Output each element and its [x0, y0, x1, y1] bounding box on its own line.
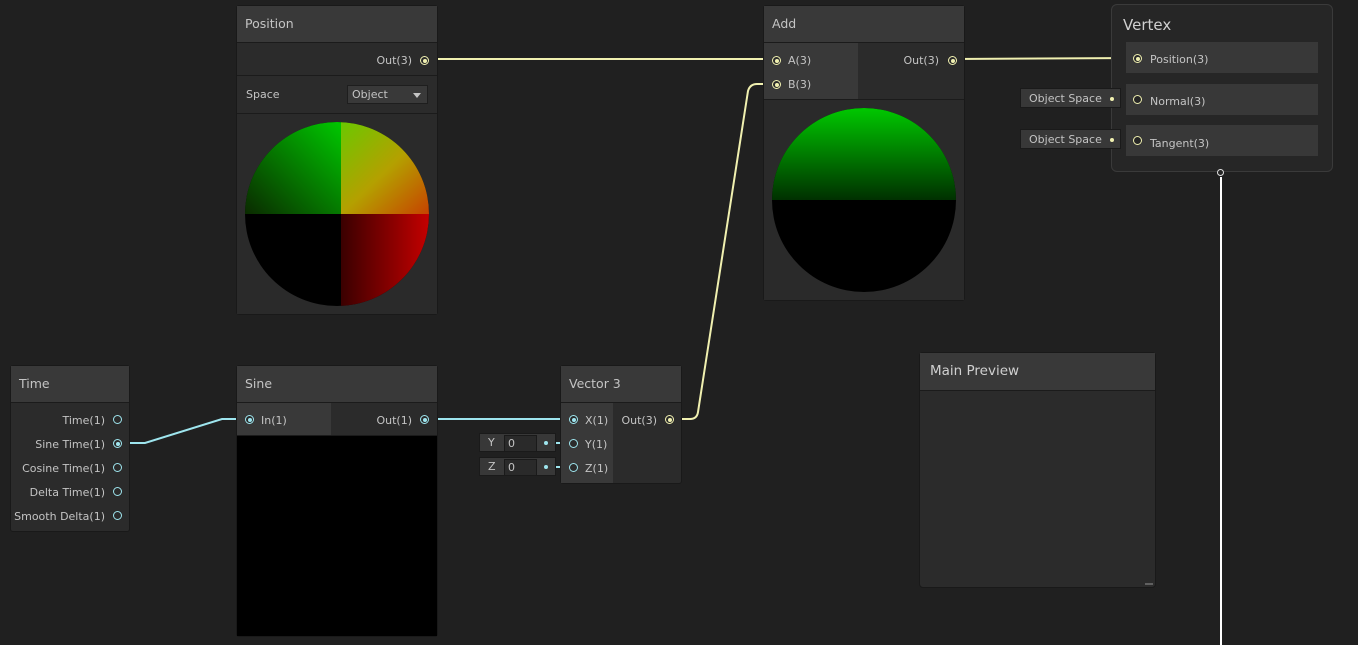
main-preview-title[interactable]: Main Preview	[920, 353, 1155, 391]
add-out-label: Out(3)	[903, 54, 939, 67]
time-out-delta: Delta Time(1)	[29, 486, 105, 499]
time-port-sine[interactable]	[113, 439, 122, 448]
vertex-position-port[interactable]	[1133, 54, 1142, 63]
add-preview	[764, 100, 964, 300]
time-port-cosine[interactable]	[113, 463, 122, 472]
add-node-title[interactable]: Add	[764, 6, 964, 43]
vertex-tangent-label: Tangent(3)	[1150, 137, 1210, 150]
time-out-sine: Sine Time(1)	[35, 438, 105, 451]
sine-node[interactable]: Sine In(1) Out(1)	[236, 365, 438, 637]
main-preview-window[interactable]: Main Preview	[919, 352, 1156, 588]
vertex-normal-label: Normal(3)	[1150, 95, 1206, 108]
position-node-title[interactable]: Position	[237, 6, 437, 43]
vector3-x-port[interactable]	[569, 415, 578, 424]
vector3-node[interactable]: Vector 3 X(1) Y(1) Z(1) Out(3)	[560, 365, 682, 484]
vertex-normal-port[interactable]	[1133, 95, 1142, 104]
sine-out-label: Out(1)	[376, 414, 412, 427]
space-dropdown[interactable]: Object	[347, 85, 428, 104]
add-out-port[interactable]	[948, 56, 957, 65]
tangent-space-field[interactable]: Object Space	[1020, 129, 1121, 149]
position-preview	[237, 114, 437, 314]
vector3-z-port[interactable]	[569, 463, 578, 472]
wire-add-to-vertex-position	[951, 57, 1138, 60]
sine-preview	[237, 436, 437, 636]
tangent-space-connector	[1110, 138, 1114, 142]
sine-in-label: In(1)	[261, 414, 287, 427]
vector3-out-port[interactable]	[665, 415, 674, 424]
vertex-tangent-port[interactable]	[1133, 136, 1142, 145]
time-out-smooth-delta: Smooth Delta(1)	[14, 510, 105, 523]
wire-vector3-to-add-b	[669, 83, 776, 420]
wire-sinetime-to-sine	[117, 418, 249, 444]
time-port-time[interactable]	[113, 415, 122, 424]
vector3-out-label: Out(3)	[621, 414, 657, 427]
vector3-y-field-input[interactable]: 0	[504, 435, 537, 452]
time-node-title[interactable]: Time	[11, 366, 129, 403]
vector3-y-field[interactable]: Y 0	[479, 433, 556, 452]
normal-space-field[interactable]: Object Space	[1020, 88, 1121, 108]
add-a-label: A(3)	[788, 54, 812, 67]
vertex-output-port[interactable]	[1217, 169, 1224, 176]
position-node[interactable]: Position Out(3) Space Object	[236, 5, 438, 315]
space-dropdown-value: Object	[352, 88, 388, 101]
vector3-x-label: X(1)	[585, 414, 609, 427]
add-b-port[interactable]	[772, 80, 781, 89]
time-out-time: Time(1)	[62, 414, 105, 427]
vertex-position-slot[interactable]: Position(3)	[1126, 42, 1318, 73]
vector3-z-field[interactable]: Z 0	[479, 457, 556, 476]
vector3-z-connector	[544, 465, 548, 469]
sine-node-title[interactable]: Sine	[237, 366, 437, 403]
position-out-port[interactable]	[420, 56, 429, 65]
position-out-label: Out(3)	[376, 54, 412, 67]
time-port-delta[interactable]	[113, 487, 122, 496]
time-node[interactable]: Time Time(1) Sine Time(1) Cosine Time(1)…	[10, 365, 130, 532]
vector3-y-field-label: Y	[488, 436, 495, 449]
add-b-label: B(3)	[788, 78, 812, 91]
vector3-z-field-label: Z	[488, 460, 496, 473]
vector3-z-field-input[interactable]: 0	[504, 459, 537, 476]
resize-handle-icon[interactable]	[1145, 583, 1153, 585]
vertex-tangent-slot[interactable]: Tangent(3)	[1126, 125, 1318, 156]
normal-space-connector	[1110, 97, 1114, 101]
position-preview-sphere	[245, 122, 429, 306]
vertex-position-label: Position(3)	[1150, 53, 1209, 66]
vertex-normal-slot[interactable]: Normal(3)	[1126, 84, 1318, 115]
dropdown-arrow-icon	[413, 93, 421, 98]
sine-in-port[interactable]	[245, 415, 254, 424]
add-a-port[interactable]	[772, 56, 781, 65]
sine-out-port[interactable]	[420, 415, 429, 424]
time-port-smooth-delta[interactable]	[113, 511, 122, 520]
vertex-master-node[interactable]: Vertex Position(3) Normal(3) Tangent(3)	[1111, 4, 1333, 176]
tangent-space-value: Object Space	[1029, 133, 1102, 146]
position-divider	[237, 75, 437, 76]
vector3-y-label: Y(1)	[585, 438, 608, 451]
add-node[interactable]: Add A(3) B(3) Out(3)	[763, 5, 965, 301]
vector3-y-port[interactable]	[569, 439, 578, 448]
add-preview-sphere	[772, 108, 956, 292]
vector3-node-title[interactable]: Vector 3	[561, 366, 681, 403]
vector3-y-connector	[544, 441, 548, 445]
vertex-title[interactable]: Vertex	[1123, 16, 1171, 34]
time-out-cosine: Cosine Time(1)	[22, 462, 105, 475]
vector3-z-label: Z(1)	[585, 462, 609, 475]
space-label: Space	[246, 88, 280, 101]
normal-space-value: Object Space	[1029, 92, 1102, 105]
